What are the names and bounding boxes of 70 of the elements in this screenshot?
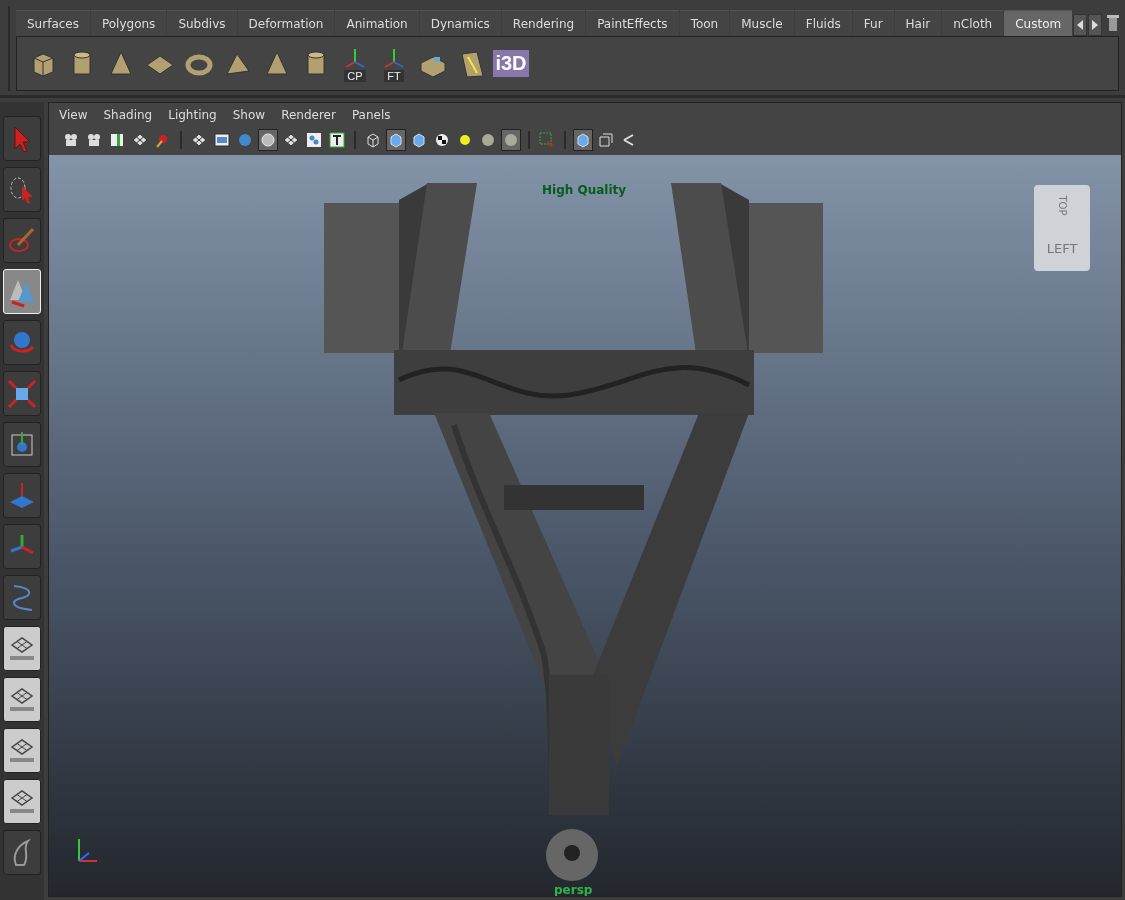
panel-menu[interactable]: Lighting [168,108,217,122]
viewport-tool-button[interactable] [501,129,521,151]
tool-button[interactable] [3,830,41,875]
shelf-tab[interactable]: Fur [852,10,894,36]
tool-button[interactable] [3,371,41,416]
shelf-tab[interactable]: Polygons [90,10,167,36]
logo-text: i3D [493,50,529,77]
shelf-tool-button[interactable]: CP [337,41,373,86]
trash-icon[interactable] [1107,14,1120,32]
ball-icon [480,132,496,148]
shelf-tab[interactable]: Hair [894,10,942,36]
shelf-tab[interactable]: Toon [679,10,730,36]
cube-face-label: LEFT [1046,241,1078,256]
viewport-tool-button[interactable] [327,129,347,151]
select-icon [539,132,555,148]
hud-label: High Quality [542,183,627,197]
grid-icon [283,132,299,148]
cube-icon [388,132,404,148]
scroll-left-button[interactable] [1073,14,1088,36]
tool-button[interactable] [3,575,41,620]
right-arrow-icon [1091,20,1100,30]
shelf-tab[interactable]: Dynamics [419,10,501,36]
viewport-tool-button[interactable] [573,129,593,151]
tool-button[interactable] [3,779,41,824]
shelf-tab[interactable]: Muscle [730,10,794,36]
squares-icon [598,132,614,148]
dots-icon [306,132,322,148]
wire-cube-icon [365,132,381,148]
light-icon [457,132,473,148]
text-icon [329,132,345,148]
scroll-right-button[interactable] [1088,14,1103,36]
tool-label: FT [384,69,404,82]
panel-menu[interactable]: Panels [351,108,391,122]
shelf-tab[interactable]: PaintEffects [586,10,679,36]
cube-icon [575,132,591,148]
shelf-tab[interactable]: Surfaces [16,10,90,36]
left-arrow-icon [1076,20,1085,30]
shelf-tab[interactable]: Custom [1004,10,1073,36]
shelf-tab[interactable]: Deformation [237,10,335,36]
camera-label: persp [554,883,593,896]
shelf-tool-button[interactable]: i3D [493,41,529,86]
circle-icon [260,132,276,148]
sphere-icon [237,132,253,148]
camera-icon [86,132,102,148]
tool-label: CP [344,69,366,82]
panel-menu[interactable]: View [59,108,88,122]
tool-button[interactable] [3,422,41,467]
panel-menu[interactable]: Shading [103,108,153,122]
grid-icon [191,132,207,148]
camera-icon [63,132,79,148]
shelf-tab[interactable]: Fluids [794,10,852,36]
panel-menu[interactable]: Show [232,108,266,122]
grid-icon [132,132,148,148]
shelf-tab[interactable]: Animation [335,10,419,36]
shelf-tab[interactable]: Rendering [501,10,586,36]
checker-icon [434,132,450,148]
viewport-tool-button[interactable] [386,129,406,151]
shelf-tool-button[interactable]: FT [376,41,412,86]
panel-menu[interactable]: Renderer [281,108,336,122]
tool-button[interactable] [3,626,41,671]
cube-icon [411,132,427,148]
tool-button[interactable] [3,728,41,773]
film-icon [214,132,230,148]
ball-icon [503,132,519,148]
tool-button[interactable] [3,677,41,722]
shelf-tab[interactable]: nCloth [942,10,1004,36]
cube-face-label: TOP [1056,195,1068,216]
scale-icon [6,377,38,410]
shelf-tab[interactable]: Subdivs [167,10,237,36]
viewport-tool-button[interactable] [258,129,278,151]
